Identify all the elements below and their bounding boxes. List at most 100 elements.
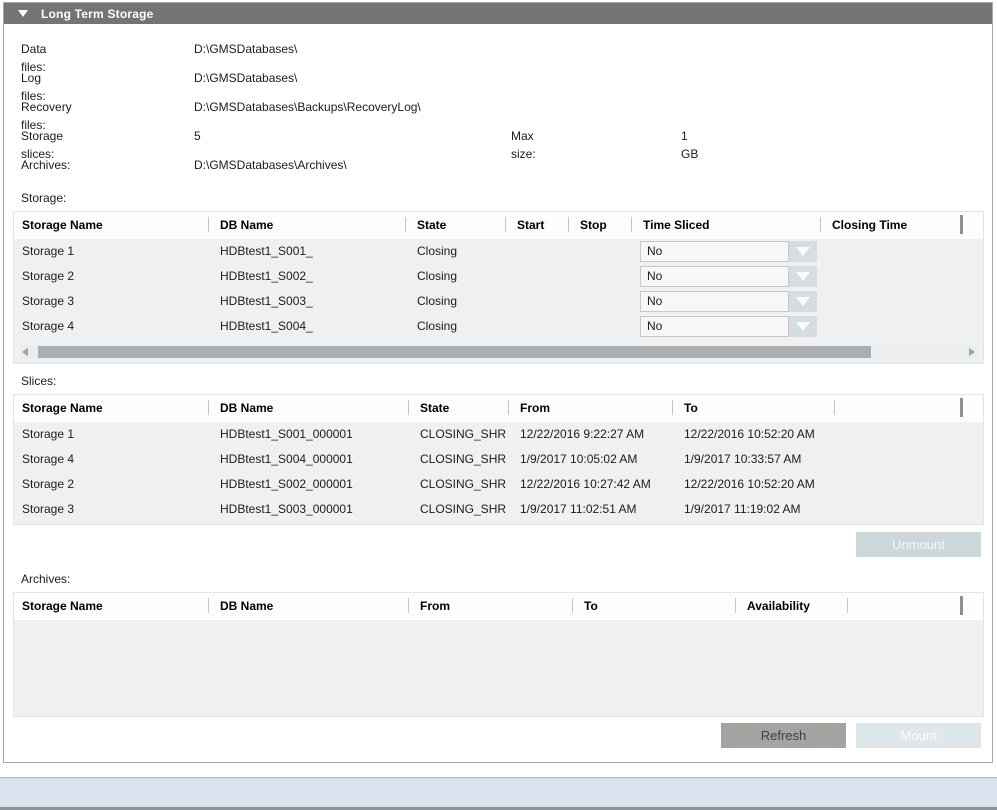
horizontal-scrollbar[interactable]	[20, 345, 977, 359]
panel-title: Long Term Storage	[41, 7, 154, 21]
col-header-storage-name[interactable]: Storage Name	[14, 593, 208, 620]
col-header-stop[interactable]: Stop	[568, 212, 631, 239]
cell-time-sliced: No	[631, 314, 820, 339]
cell-storage-name: Storage 4	[14, 447, 208, 472]
col-header-storage-name[interactable]: Storage Name	[14, 212, 208, 239]
storage-slices-value: 5	[194, 127, 201, 145]
cell-db-name: HDBtest1_S002_000001	[208, 472, 408, 497]
time-sliced-value: No	[640, 291, 789, 312]
col-header-state[interactable]: State	[405, 212, 505, 239]
cell-db-name: HDBtest1_S004_	[208, 314, 405, 339]
col-header-to[interactable]: To	[572, 593, 735, 620]
cell-db-name: HDBtest1_S003_000001	[208, 497, 408, 522]
storage-table-row[interactable]: Storage 2 HDBtest1_S002_ Closing No	[14, 264, 983, 289]
cell-storage-name: Storage 3	[14, 289, 208, 314]
max-size-value: 1 GB	[681, 127, 698, 163]
cell-empty	[834, 497, 960, 522]
col-header-closing-time[interactable]: Closing Time	[820, 212, 960, 239]
cell-from: 12/22/2016 9:22:27 AM	[508, 422, 672, 447]
slices-table-row[interactable]: Storage 2 HDBtest1_S002_000001 CLOSING_S…	[14, 472, 983, 497]
cell-db-name: HDBtest1_S002_	[208, 264, 405, 289]
refresh-button[interactable]: Refresh	[721, 723, 846, 748]
cell-storage-name: Storage 2	[14, 264, 208, 289]
cell-spacer	[960, 264, 983, 289]
cell-db-name: HDBtest1_S001_	[208, 239, 405, 264]
mount-button[interactable]: Mount	[856, 723, 981, 748]
col-header-start[interactable]: Start	[505, 212, 568, 239]
storage-table: Storage Name DB Name State Start Stop Ti…	[13, 211, 984, 364]
cell-state: CLOSING_SHR	[408, 472, 508, 497]
storage-table-header: Storage Name DB Name State Start Stop Ti…	[14, 212, 983, 239]
cell-state: Closing	[405, 314, 505, 339]
col-header-availability[interactable]: Availability	[735, 593, 847, 620]
chevron-down-icon[interactable]	[789, 266, 817, 287]
cell-start	[505, 289, 568, 314]
chevron-down-icon[interactable]	[789, 316, 817, 337]
archives-section-label: Archives:	[21, 571, 70, 587]
cell-to: 12/22/2016 10:52:20 AM	[672, 422, 834, 447]
col-header-time-sliced[interactable]: Time Sliced	[631, 212, 820, 239]
unmount-button[interactable]: Unmount	[856, 532, 981, 557]
cell-state: CLOSING_SHR	[408, 422, 508, 447]
slices-table-header: Storage Name DB Name State From To	[14, 395, 983, 422]
col-header-spacer	[960, 593, 983, 620]
col-header-state[interactable]: State	[408, 395, 508, 422]
long-term-storage-panel: Long Term Storage Data files: D:\GMSData…	[3, 2, 993, 763]
storage-table-row[interactable]: Storage 4 HDBtest1_S004_ Closing No	[14, 314, 983, 339]
time-sliced-dropdown[interactable]: No	[640, 241, 817, 262]
storage-table-row[interactable]: Storage 3 HDBtest1_S003_ Closing No	[14, 289, 983, 314]
col-header-storage-name[interactable]: Storage Name	[14, 395, 208, 422]
col-header-from[interactable]: From	[408, 593, 572, 620]
col-header-empty[interactable]	[847, 593, 960, 620]
slices-table-row[interactable]: Storage 1 HDBtest1_S001_000001 CLOSING_S…	[14, 422, 983, 447]
cell-start	[505, 239, 568, 264]
slices-table-row[interactable]: Storage 4 HDBtest1_S004_000001 CLOSING_S…	[14, 447, 983, 472]
cell-spacer	[960, 289, 983, 314]
max-size-label: Max size:	[511, 127, 536, 163]
archives-table: Storage Name DB Name From To Availabilit…	[13, 592, 984, 717]
col-header-from[interactable]: From	[508, 395, 672, 422]
cell-time-sliced: No	[631, 239, 820, 264]
cell-empty	[834, 447, 960, 472]
collapse-chevron-icon[interactable]	[18, 10, 28, 17]
time-sliced-dropdown[interactable]: No	[640, 291, 817, 312]
cell-closing-time	[820, 264, 960, 289]
time-sliced-dropdown[interactable]: No	[640, 316, 817, 337]
panel-header[interactable]: Long Term Storage	[4, 3, 992, 24]
cell-storage-name: Storage 1	[14, 422, 208, 447]
col-header-db-name[interactable]: DB Name	[208, 395, 408, 422]
cell-stop	[568, 289, 631, 314]
cell-to: 1/9/2017 10:33:57 AM	[672, 447, 834, 472]
cell-db-name: HDBtest1_S001_000001	[208, 422, 408, 447]
scroll-right-icon[interactable]	[969, 348, 975, 356]
archives-path-value: D:\GMSDatabases\Archives\	[194, 156, 347, 174]
cell-storage-name: Storage 1	[14, 239, 208, 264]
cell-spacer	[960, 239, 983, 264]
time-sliced-dropdown[interactable]: No	[640, 266, 817, 287]
cell-state: Closing	[405, 264, 505, 289]
cell-state: CLOSING_SHR	[408, 497, 508, 522]
cell-db-name: HDBtest1_S003_	[208, 289, 405, 314]
col-header-to[interactable]: To	[672, 395, 834, 422]
recovery-files-value: D:\GMSDatabases\Backups\RecoveryLog\	[194, 98, 421, 116]
scrollbar-thumb[interactable]	[38, 346, 871, 358]
slices-table-row[interactable]: Storage 3 HDBtest1_S003_000001 CLOSING_S…	[14, 497, 983, 522]
col-header-spacer	[960, 212, 983, 239]
storage-table-row[interactable]: Storage 1 HDBtest1_S001_ Closing No	[14, 239, 983, 264]
cell-spacer	[960, 447, 983, 472]
col-header-db-name[interactable]: DB Name	[208, 212, 405, 239]
chevron-down-icon[interactable]	[789, 291, 817, 312]
archives-path-label: Archives:	[21, 156, 70, 174]
col-header-empty[interactable]	[834, 395, 960, 422]
time-sliced-value: No	[640, 241, 789, 262]
cell-storage-name: Storage 3	[14, 497, 208, 522]
cell-stop	[568, 239, 631, 264]
cell-storage-name: Storage 4	[14, 314, 208, 339]
cell-closing-time	[820, 314, 960, 339]
chevron-down-icon[interactable]	[789, 241, 817, 262]
time-sliced-value: No	[640, 266, 789, 287]
scroll-left-icon[interactable]	[22, 348, 28, 356]
data-files-value: D:\GMSDatabases\	[194, 40, 297, 58]
col-header-db-name[interactable]: DB Name	[208, 593, 408, 620]
bottom-status-strip	[0, 777, 997, 810]
